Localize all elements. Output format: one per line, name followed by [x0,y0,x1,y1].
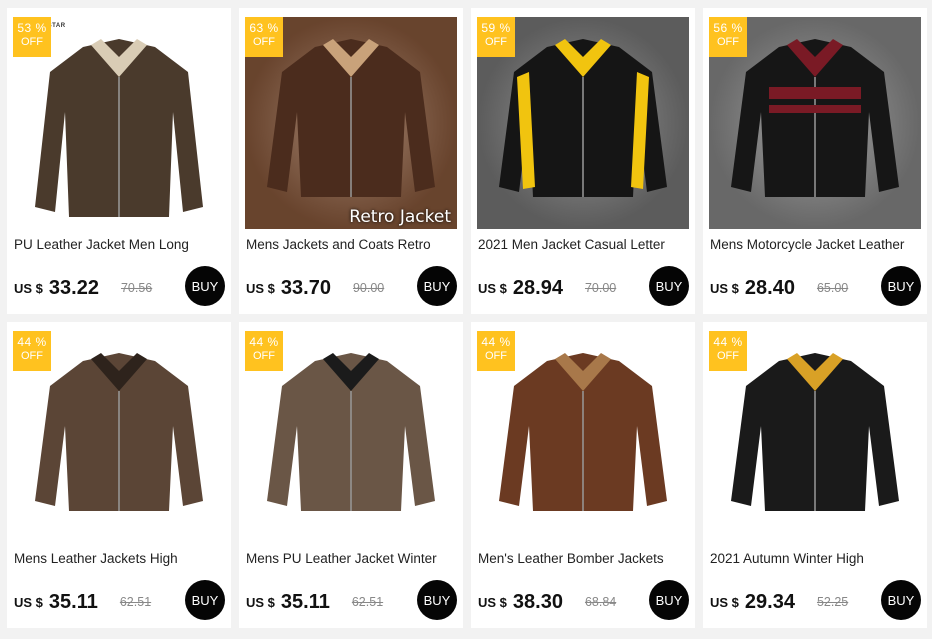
original-price: 90.00 [352,281,385,295]
discount-percent: 56 % [713,21,743,35]
discount-badge: 59 % OFF [477,17,515,57]
current-price: 28.94 [512,276,563,299]
image-caption: Retro Jacket [349,207,451,227]
product-card[interactable]: 44 % OFF Mens Leather Jackets High US $ … [7,322,231,628]
buy-button[interactable]: BUY [881,266,921,306]
discount-percent: 63 % [249,21,279,35]
current-price: 33.70 [280,276,331,299]
product-title[interactable]: 2021 Autumn Winter High [710,551,922,566]
product-title[interactable]: Mens Leather Jackets High [14,551,226,566]
currency-label: US $ [246,594,275,610]
product-card[interactable]: Retro Jacket 63 % OFF Mens Jackets and C… [239,8,463,314]
current-price: 29.34 [744,590,795,613]
buy-button[interactable]: BUY [881,580,921,620]
product-card[interactable]: E STAR 53 % OFF PU Leather Jacket Men Lo… [7,8,231,314]
discount-off-label: OFF [717,350,739,362]
original-price: 62.51 [119,595,152,609]
discount-badge: 44 % OFF [245,331,283,371]
buy-button[interactable]: BUY [185,266,225,306]
original-price: 65.00 [816,281,849,295]
current-price: 28.40 [744,276,795,299]
product-card[interactable]: 44 % OFF 2021 Autumn Winter High US $ 29… [703,322,927,628]
original-price: 70.56 [120,281,153,295]
discount-percent: 44 % [249,335,279,349]
discount-badge: 44 % OFF [477,331,515,371]
buy-button[interactable]: BUY [417,266,457,306]
product-card[interactable]: 59 % OFF 2021 Men Jacket Casual Letter U… [471,8,695,314]
currency-label: US $ [478,594,507,610]
discount-badge: 44 % OFF [13,331,51,371]
discount-badge: 63 % OFF [245,17,283,57]
buy-button[interactable]: BUY [649,580,689,620]
product-title[interactable]: Men's Leather Bomber Jackets [478,551,690,566]
currency-label: US $ [14,280,43,296]
discount-percent: 44 % [713,335,743,349]
discount-percent: 53 % [17,21,47,35]
product-title[interactable]: Mens PU Leather Jacket Winter [246,551,458,566]
currency-label: US $ [246,280,275,296]
original-price: 52.25 [816,595,849,609]
original-price: 68.84 [584,595,617,609]
discount-off-label: OFF [717,36,739,48]
discount-badge: 44 % OFF [709,331,747,371]
buy-button[interactable]: BUY [417,580,457,620]
original-price: 62.51 [351,595,384,609]
current-price: 35.11 [280,590,330,613]
current-price: 33.22 [48,276,99,299]
product-title[interactable]: Mens Motorcycle Jacket Leather [710,237,922,252]
product-title[interactable]: Mens Jackets and Coats Retro [246,237,458,252]
buy-button[interactable]: BUY [649,266,689,306]
current-price: 35.11 [48,590,98,613]
discount-percent: 44 % [17,335,47,349]
buy-button[interactable]: BUY [185,580,225,620]
discount-off-label: OFF [485,36,507,48]
original-price: 70.00 [584,281,617,295]
product-card[interactable]: 56 % OFF Mens Motorcycle Jacket Leather … [703,8,927,314]
discount-off-label: OFF [253,36,275,48]
discount-off-label: OFF [253,350,275,362]
discount-off-label: OFF [485,350,507,362]
current-price: 38.30 [512,590,563,613]
currency-label: US $ [478,280,507,296]
product-title[interactable]: PU Leather Jacket Men Long [14,237,226,252]
currency-label: US $ [710,280,739,296]
product-grid: E STAR 53 % OFF PU Leather Jacket Men Lo… [0,0,932,639]
discount-off-label: OFF [21,36,43,48]
discount-percent: 44 % [481,335,511,349]
discount-badge: 53 % OFF [13,17,51,57]
currency-label: US $ [14,594,43,610]
product-card[interactable]: 44 % OFF Men's Leather Bomber Jackets US… [471,322,695,628]
discount-off-label: OFF [21,350,43,362]
currency-label: US $ [710,594,739,610]
discount-badge: 56 % OFF [709,17,747,57]
discount-percent: 59 % [481,21,511,35]
product-title[interactable]: 2021 Men Jacket Casual Letter [478,237,690,252]
product-card[interactable]: 44 % OFF Mens PU Leather Jacket Winter U… [239,322,463,628]
